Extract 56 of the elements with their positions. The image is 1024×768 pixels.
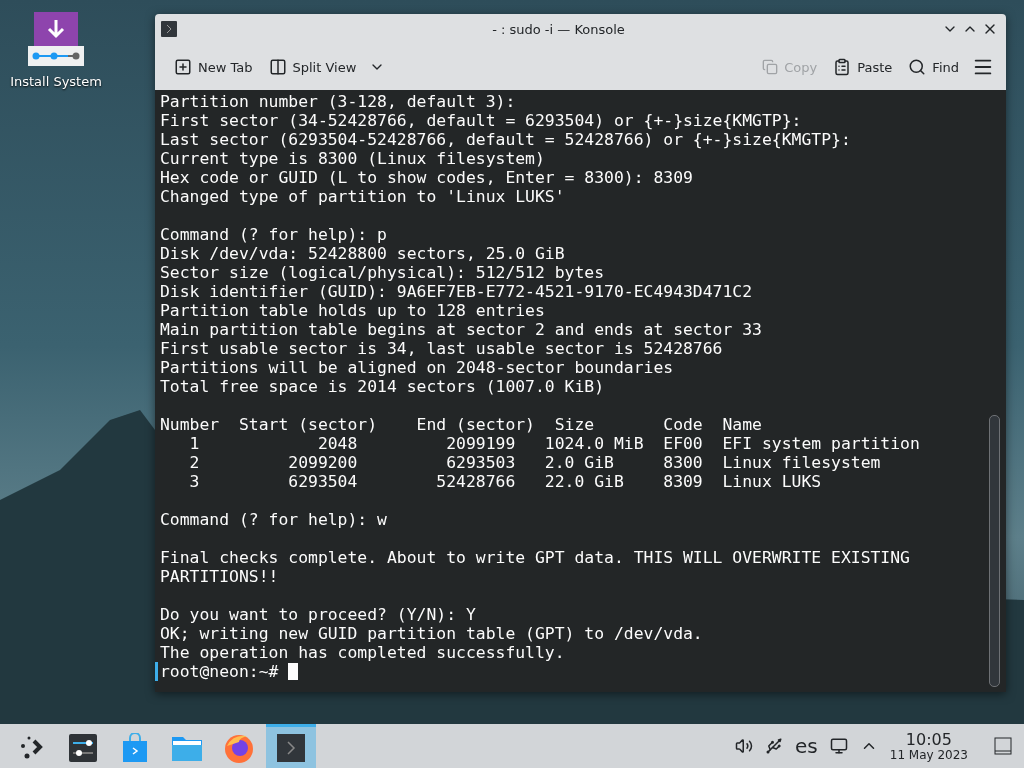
terminal-line: Partition number (3-128, default 3): — [160, 92, 517, 111]
newtab-button[interactable]: New Tab — [169, 54, 258, 80]
window-title: - : sudo -i — Konsole — [491, 21, 626, 37]
new-tab-icon — [174, 58, 192, 76]
terminal-line: Final checks complete. About to write GPT data. THIS WILL OVERWRITE EXISTING — [160, 548, 911, 567]
search-icon — [908, 58, 927, 76]
terminal-icon — [161, 21, 177, 37]
terminal-line: First sector (34-52428766, default = 6293504) or {+-}size{KMGTP}: — [160, 111, 803, 130]
network-icon[interactable] — [829, 737, 848, 755]
copy-icon — [762, 59, 779, 75]
terminal-line: Number Start (sector) End (sector) Size Code Name — [160, 415, 763, 434]
terminal-line: 1 2048 2099199 1024.0 MiB EF00 EFI system partition — [188, 434, 921, 453]
terminal-prompt: root@neon:~# — [160, 662, 279, 681]
show-desktop-icon[interactable] — [994, 737, 1012, 755]
usb-icon[interactable] — [765, 737, 783, 755]
terminal-line: Sector size (logical/physical): 512/512 bytes — [160, 263, 606, 282]
terminal-line: Command (? for help): w — [160, 510, 388, 529]
terminal-line: First usable sector is 34, last usable sector is 52428766 — [160, 339, 724, 358]
clipboard-icon — [833, 58, 852, 76]
keyboard-layout[interactable]: es — [795, 734, 818, 758]
installer-icon[interactable] — [28, 12, 84, 68]
terminal-line: Disk identifier (GUID): 9A6EF7EB-E772-4521-9170-EC4943D471C2 — [160, 282, 754, 301]
terminal-line: Total free space is 2014 sectors (1007.0 KiB) — [160, 377, 606, 396]
volume-icon[interactable] — [735, 737, 753, 755]
terminal-line: Disk /dev/vda: 52428800 sectors, 25.0 GiB — [160, 244, 566, 263]
terminal-line: 2 2099200 6293503 2.0 GiB 8300 Linux filesystem — [188, 453, 882, 472]
shopping-bag-icon — [122, 732, 148, 763]
taskbar-item[interactable] — [266, 724, 316, 768]
clock-time: 10:05 — [905, 730, 952, 748]
terminal-line: OK; writing new GUID partition table (GPT) to /dev/vda. — [160, 624, 704, 643]
settings-sliders-icon — [69, 733, 97, 762]
terminal-line: PARTITIONS!! — [160, 567, 280, 586]
clock[interactable]: 10:05 11 May 2023 — [889, 730, 968, 762]
scrollbar[interactable] — [989, 415, 1000, 687]
split-button[interactable]: Split View — [263, 54, 362, 80]
split-view-icon — [268, 58, 287, 76]
terminal-line: Partitions will be aligned on 2048-sector boundaries — [160, 358, 675, 377]
terminal-line: Partition table holds up to 128 entries — [160, 301, 546, 320]
folder-icon — [172, 734, 202, 761]
terminal-line: Current type is 8300 (Linux filesystem) — [160, 149, 546, 168]
paste-button[interactable]: Paste — [828, 54, 898, 80]
terminal-line: Command (? for help): p — [160, 225, 388, 244]
launcher-icon — [18, 734, 44, 761]
text-cursor — [288, 663, 299, 680]
prompt-marker — [155, 662, 158, 681]
terminal-line: Do you want to proceed? (Y/N): Y — [160, 605, 477, 624]
terminal-line: Hex code or GUID (L to show codes, Enter = 8300): 8309 — [160, 168, 694, 187]
terminal-line: Main partition table begins at sector 2 and ends at sector 33 — [160, 320, 763, 339]
terminal-line: The operation has completed successfully. — [160, 643, 566, 662]
find-button[interactable]: Find — [903, 54, 964, 80]
clock-date: 11 May 2023 — [889, 747, 968, 762]
terminal-line: Changed type of partition to 'Linux LUKS' — [160, 187, 566, 206]
terminal-icon — [277, 733, 305, 762]
desktop-icon-label[interactable]: Install System — [10, 74, 102, 89]
terminal-line: 3 6293504 52428766 22.0 GiB 8309 Linux LUKS — [188, 472, 823, 491]
terminal-line: Last sector (6293504-52428766, default = 52428766) or {+-}size{KMGTP}: — [160, 130, 852, 149]
